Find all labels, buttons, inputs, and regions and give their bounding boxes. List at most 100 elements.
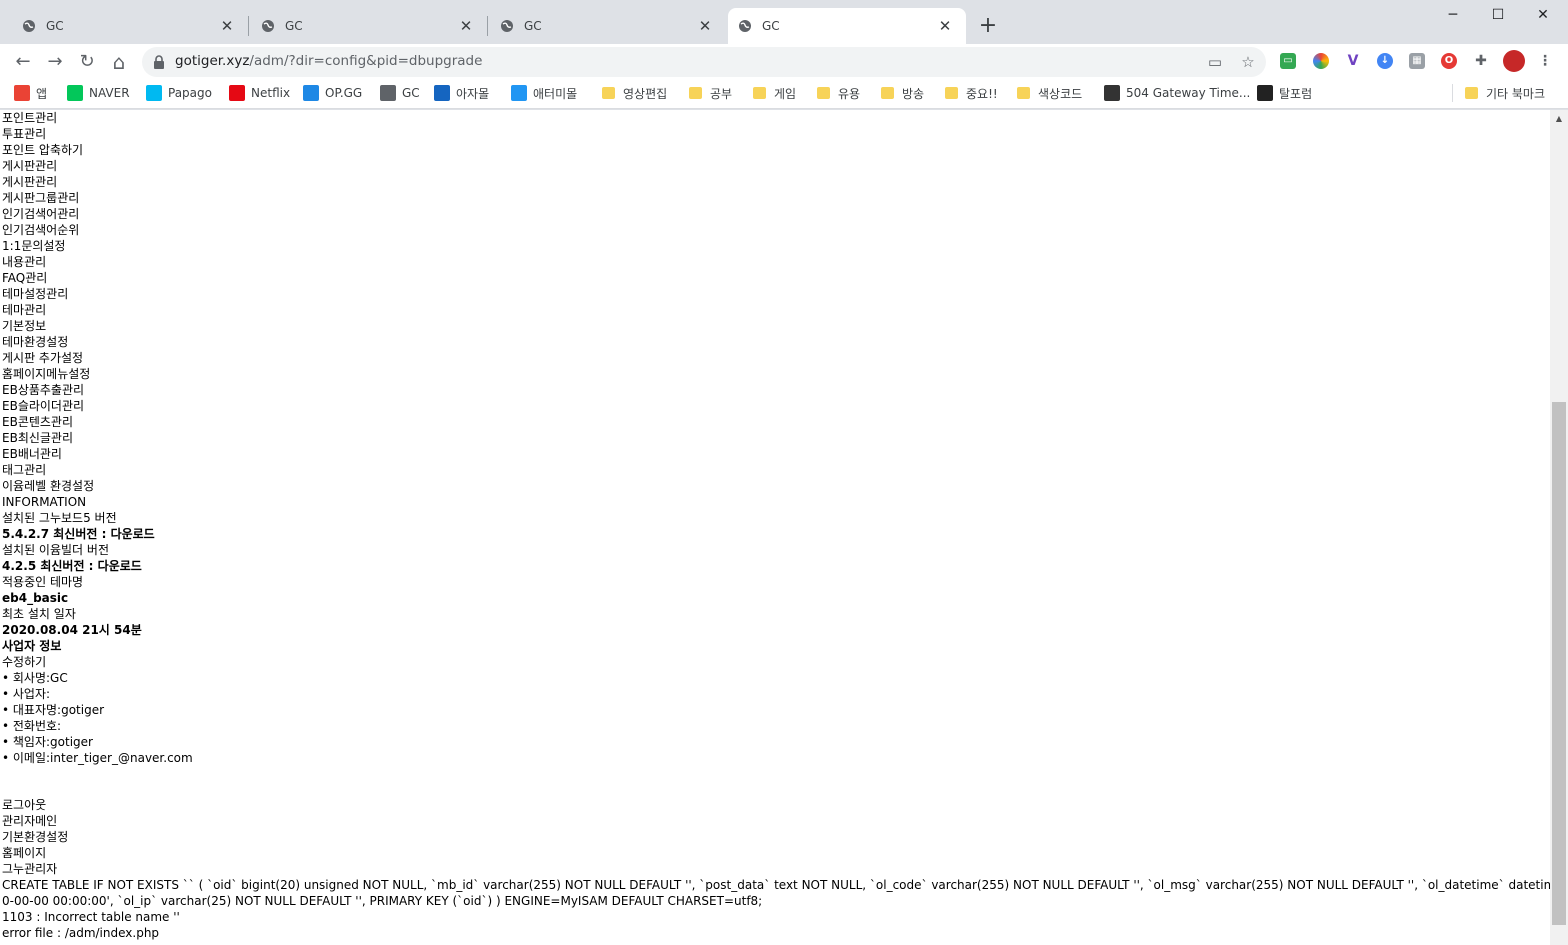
content-line[interactable]: 4.2.5 최신버전 : 다운로드 — [2, 558, 142, 574]
bookmark-label: 중요!! — [966, 86, 998, 101]
content-line[interactable]: 홈페이지 — [2, 845, 46, 861]
bookmark-label: 기타 북마크 — [1486, 86, 1546, 101]
content-line: 2020.08.04 21시 54분 — [2, 623, 142, 637]
bookmark-label: OP.GG — [325, 86, 363, 100]
content-line[interactable]: 수정하기 — [2, 654, 46, 670]
home-button[interactable]: ⌂ — [105, 48, 133, 76]
content-line: 홈페이지메뉴설정 — [2, 367, 91, 381]
bookmark-6[interactable]: 아자몰 — [434, 84, 489, 102]
tab-2[interactable]: GC ✕ — [249, 8, 487, 44]
naver-icon — [67, 85, 83, 101]
bookmark-14[interactable]: 색상코드 — [1017, 84, 1082, 102]
bookmark-label: 탈포럼 — [1279, 86, 1313, 101]
content-line: • 대표자명:gotiger — [2, 703, 105, 717]
bookmark-1[interactable]: NAVER — [67, 84, 130, 102]
epic-icon — [1104, 85, 1120, 101]
content-line: 설치된 이윰빌더 버전 — [2, 543, 109, 557]
tab-close-icon[interactable]: ✕ — [696, 17, 714, 35]
vertical-scrollbar[interactable]: ▲ — [1550, 110, 1568, 945]
content-line: 게시판 추가설정 — [2, 351, 84, 365]
content-line: 테마설정관리 — [2, 287, 69, 301]
aza-icon — [434, 85, 450, 101]
globe-icon — [262, 20, 274, 32]
new-tab-button[interactable]: + — [976, 15, 1000, 39]
content-line: INFORMATION — [2, 495, 87, 509]
bookmark-label: 앱 — [36, 86, 48, 101]
bookmark-label: Netflix — [251, 86, 291, 100]
bookmark-8[interactable]: 영상편집 — [602, 84, 667, 102]
page-content: 포인트관리 투표관리 포인트 압축하기 게시판관리 게시판관리 게시판그룹관리 인기검색어관… — [0, 110, 1550, 945]
bookmark-label: 방송 — [902, 86, 925, 101]
content-line: 테마환경설정 — [2, 335, 69, 349]
globe-icon — [501, 20, 513, 32]
tab-title: GC — [524, 19, 542, 33]
bookmark-5[interactable]: GC — [380, 84, 420, 102]
tab-close-icon[interactable]: ✕ — [457, 17, 475, 35]
extension-gray-icon[interactable]: ▦ — [1409, 53, 1425, 69]
bookmark-0[interactable]: 앱 — [14, 84, 47, 102]
url-path: /adm/?dir=config&pid=dbupgrade — [249, 53, 483, 69]
extensions-puzzle-icon[interactable]: ✚ — [1473, 53, 1489, 69]
profile-avatar[interactable] — [1503, 50, 1525, 72]
bookmark-17[interactable]: 기타 북마크 — [1465, 84, 1545, 102]
reload-button[interactable]: ↻ — [73, 48, 101, 76]
bookmark-10[interactable]: 게임 — [753, 84, 796, 102]
content-line: 인기검색어순위 — [2, 223, 80, 237]
bookmark-9[interactable]: 공부 — [689, 84, 732, 102]
tab-title: GC — [762, 19, 780, 33]
minimize-button[interactable]: ─ — [1430, 4, 1476, 26]
bookmark-16[interactable]: 탈포럼 — [1257, 84, 1312, 102]
bookmark-15[interactable]: 504 Gateway Time... — [1104, 84, 1250, 102]
content-line: CREATE TABLE IF NOT EXISTS `` ( `oid` bi… — [2, 878, 1550, 892]
tab-1[interactable]: GC ✕ — [0, 8, 248, 44]
talforum-icon — [1257, 85, 1273, 101]
bookmark-4[interactable]: OP.GG — [303, 84, 362, 102]
back-button[interactable]: ← — [9, 48, 37, 76]
extension-green-icon[interactable]: ▭ — [1280, 53, 1296, 69]
bookmark-11[interactable]: 유용 — [817, 84, 860, 102]
content-line[interactable]: 그누관리자 — [2, 861, 57, 877]
atomy-icon — [511, 85, 527, 101]
tab-close-icon[interactable]: ✕ — [936, 17, 954, 35]
folder-icon — [881, 87, 894, 99]
menu-kebab-icon[interactable]: ⋮ — [1537, 53, 1553, 69]
content-line: 태그관리 — [2, 463, 47, 477]
folder-icon — [689, 87, 702, 99]
content-line: • 책임자:gotiger — [2, 735, 93, 749]
scroll-up-arrow-icon[interactable]: ▲ — [1550, 110, 1568, 128]
bookmark-label: NAVER — [89, 86, 130, 100]
extension-opera-icon[interactable]: O — [1441, 53, 1457, 69]
address-bar[interactable]: gotiger.xyz/adm/?dir=config&pid=dbupgrad… — [142, 47, 1266, 77]
tab-close-icon[interactable]: ✕ — [218, 17, 236, 35]
netflix-icon — [229, 85, 245, 101]
content-line[interactable]: 5.4.2.7 최신버전 : 다운로드 — [2, 526, 155, 542]
maximize-button[interactable]: ☐ — [1475, 4, 1521, 26]
content-line: FAQ관리 — [2, 271, 48, 285]
cast-icon[interactable]: ▭ — [1206, 53, 1224, 71]
content-line: • 회사명:GC — [2, 671, 68, 685]
scrollbar-thumb[interactable] — [1552, 402, 1566, 925]
extension-v-icon[interactable]: V — [1345, 53, 1361, 69]
bookmark-2[interactable]: Papago — [146, 84, 212, 102]
bookmark-13[interactable]: 중요!! — [945, 84, 998, 102]
extension-colorwheel-icon[interactable] — [1313, 53, 1329, 69]
globe-icon — [23, 20, 35, 32]
folder-icon — [945, 87, 958, 99]
bookmark-3[interactable]: Netflix — [229, 84, 290, 102]
content-line[interactable]: 로그아웃 — [2, 797, 46, 813]
content-line[interactable]: 기본환경설정 — [2, 829, 68, 845]
star-icon[interactable]: ☆ — [1239, 53, 1257, 71]
bookmark-separator — [1452, 84, 1453, 102]
content-line[interactable]: 관리자메인 — [2, 813, 57, 829]
extension-download-icon[interactable]: ↓ — [1377, 53, 1393, 69]
content-line: eb4_basic — [2, 591, 69, 605]
bookmark-12[interactable]: 방송 — [881, 84, 924, 102]
forward-button[interactable]: → — [41, 48, 69, 76]
bookmark-label: 아자몰 — [456, 86, 490, 101]
tab-3[interactable]: GC ✕ — [488, 8, 726, 44]
close-window-button[interactable]: ✕ — [1520, 4, 1566, 26]
tab-4-active[interactable]: GC ✕ — [728, 8, 966, 44]
bookmark-7[interactable]: 애터미몰 — [511, 84, 577, 102]
content-line: 투표관리 — [2, 127, 47, 141]
tab-title: GC — [285, 19, 303, 33]
